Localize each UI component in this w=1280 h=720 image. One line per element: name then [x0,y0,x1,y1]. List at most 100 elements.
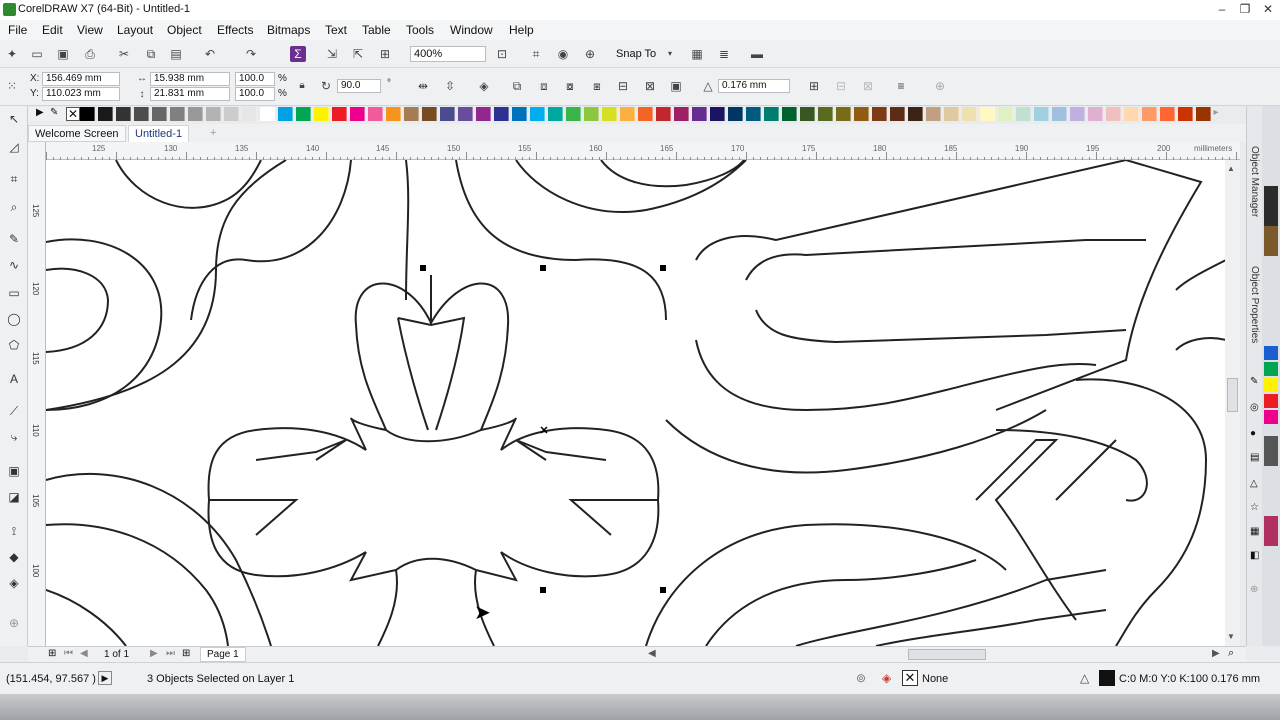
zoom-fit-icon[interactable]: ⊡ [494,46,510,62]
color-swatch[interactable] [332,107,347,121]
undo-icon[interactable]: ↶ [202,46,218,62]
color-swatch[interactable] [1070,107,1085,121]
color-swatch[interactable] [1160,107,1175,121]
menu-tools[interactable]: Tools [406,23,434,37]
snap-to-dropdown[interactable]: Snap To [616,48,656,60]
hscroll-left-icon[interactable]: ◀ [648,648,656,659]
color-swatch[interactable] [674,107,689,121]
import-icon[interactable]: ⇲ [324,46,340,62]
color-swatch[interactable] [116,107,131,121]
color-swatch[interactable] [98,107,113,121]
color-swatch[interactable] [494,107,509,121]
menu-view[interactable]: View [77,23,103,37]
print-icon[interactable]: ⎙ [82,46,98,62]
fill-bucket-icon[interactable]: ◈ [882,671,891,685]
y-position-input[interactable]: 110.023 mm [42,87,120,101]
color-swatch[interactable] [1034,107,1049,121]
color-swatch[interactable] [800,107,815,121]
back-minus-front-icon[interactable]: ⊠ [642,78,658,94]
shape-tool-icon[interactable]: ◿ [5,138,23,156]
horizontal-scroll-thumb[interactable] [908,649,986,660]
page-first-icon[interactable]: ⊞ [48,648,56,659]
zoom-tool-icon[interactable]: ⌕ [5,198,23,216]
color-swatch[interactable] [206,107,221,121]
color-swatch[interactable] [908,107,923,121]
color-swatch[interactable] [656,107,671,121]
interactive-fill-icon[interactable]: ◆ [5,548,23,566]
color-swatch[interactable] [926,107,941,121]
menu-object[interactable]: Object [167,23,202,37]
color-swatch[interactable] [152,107,167,121]
color-swatch[interactable] [818,107,833,121]
menu-effects[interactable]: Effects [217,23,253,37]
launch-icon[interactable]: ▬ [749,46,765,62]
color-swatch[interactable] [782,107,797,121]
color-swatch[interactable] [260,107,275,121]
color-swatch[interactable] [386,107,401,121]
color-swatch[interactable] [350,107,365,121]
menu-window[interactable]: Window [450,23,493,37]
color-swatch[interactable] [296,107,311,121]
color-swatch[interactable] [476,107,491,121]
color-swatch[interactable] [944,107,959,121]
add-preset-icon[interactable]: ⊕ [932,78,948,94]
simplify-icon[interactable]: ⧆ [589,78,605,94]
copy-icon[interactable]: ⧉ [143,46,159,62]
full-screen-icon[interactable]: ⌗ [528,46,544,62]
close-button[interactable]: ✕ [1258,2,1278,18]
scroll-down-icon[interactable]: ▼ [1227,632,1235,641]
color-swatch[interactable] [980,107,995,121]
color-swatch[interactable] [368,107,383,121]
rotation-input[interactable]: 90.0 [337,79,381,93]
color-proof-icon[interactable]: ⊚ [856,671,866,685]
redo-icon[interactable]: ↷ [243,46,259,62]
docker-icon[interactable]: ◎ [1250,402,1259,413]
drop-shadow-icon[interactable]: ▣ [5,462,23,480]
x-position-input[interactable]: 156.469 mm [42,72,120,86]
intersect-icon[interactable]: ⧇ [562,78,578,94]
page-tab-1[interactable]: Page 1 [200,647,246,662]
minimize-button[interactable]: – [1212,2,1232,18]
boundary-icon[interactable]: ▣ [668,78,684,94]
search-content-icon[interactable]: Σ [290,46,306,62]
scale-x-input[interactable]: 100.0 [235,72,275,86]
color-swatch[interactable] [80,107,95,121]
trim-icon[interactable]: ⧈ [536,78,552,94]
color-swatch[interactable] [620,107,635,121]
menu-file[interactable]: File [8,23,27,37]
page-next-icon[interactable]: ▶ [150,648,158,659]
color-swatch[interactable] [638,107,653,121]
outline-color-swatch[interactable] [1099,670,1115,686]
weld-icon[interactable]: ⧉ [509,78,525,94]
page-last-icon[interactable]: ⏭ [166,648,175,659]
docker-icon[interactable]: △ [1250,478,1258,489]
color-swatch[interactable] [872,107,887,121]
celtic-knot-drawing[interactable] [46,160,1225,646]
align-distribute-icon[interactable]: ≡ [893,78,909,94]
color-swatch[interactable] [512,107,527,121]
palette-scroll-right-icon[interactable]: ▸ [1206,107,1226,121]
color-swatch[interactable] [170,107,185,121]
publish-pdf-icon[interactable]: ⊞ [377,46,393,62]
cut-icon[interactable]: ✂ [116,46,132,62]
height-input[interactable]: 21.831 mm [150,87,230,101]
color-swatch[interactable] [314,107,329,121]
docker-icon[interactable]: ☆ [1250,502,1259,513]
ellipse-tool-icon[interactable]: ◯ [5,310,23,328]
parallel-dimension-icon[interactable]: ⟋ [5,402,23,420]
page-first-icon[interactable]: ⏮ [64,648,73,659]
vertical-scroll-thumb[interactable] [1227,378,1238,412]
color-swatch[interactable] [728,107,743,121]
color-swatch[interactable] [1088,107,1103,121]
color-swatch[interactable] [224,107,239,121]
freehand-tool-icon[interactable]: ✎ [5,230,23,248]
zoom-level-select[interactable]: 400% [410,46,486,62]
color-swatch[interactable] [278,107,293,121]
wrap-text-icon[interactable]: ◈ [476,78,492,94]
docker-icon[interactable]: ✎ [1250,376,1258,387]
color-swatch[interactable] [1124,107,1139,121]
color-swatch[interactable] [242,107,257,121]
save-icon[interactable]: ▣ [55,46,71,62]
color-swatch[interactable] [1052,107,1067,121]
palette-scroll-left-icon[interactable]: ▶ [36,107,44,118]
